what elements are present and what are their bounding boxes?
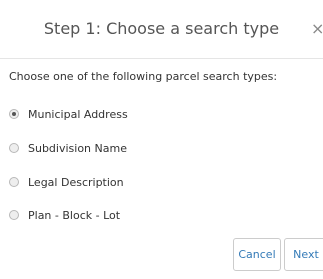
option-subdivision-name[interactable]: Subdivision Name	[9, 140, 127, 156]
option-legal-description[interactable]: Legal Description	[9, 174, 124, 190]
instructions-text: Choose one of the following parcel searc…	[9, 70, 278, 83]
search-type-dialog: Step 1: Choose a search type × Choose on…	[0, 0, 323, 279]
option-label: Subdivision Name	[28, 141, 127, 155]
radio-subdivision-name[interactable]	[9, 143, 19, 153]
radio-legal-description[interactable]	[9, 177, 19, 187]
option-label: Municipal Address	[28, 107, 128, 121]
radio-municipal-address[interactable]	[9, 109, 19, 119]
option-municipal-address[interactable]: Municipal Address	[9, 106, 128, 122]
next-button[interactable]: Next	[284, 238, 323, 271]
option-label: Legal Description	[28, 175, 124, 189]
option-label: Plan - Block - Lot	[28, 208, 121, 222]
dialog-header: Step 1: Choose a search type ×	[0, 0, 323, 59]
cancel-button[interactable]: Cancel	[233, 238, 281, 271]
option-plan-block-lot[interactable]: Plan - Block - Lot	[9, 207, 120, 223]
radio-plan-block-lot[interactable]	[9, 210, 19, 220]
close-icon[interactable]: ×	[311, 19, 323, 38]
dialog-title: Step 1: Choose a search type	[43, 19, 280, 38]
